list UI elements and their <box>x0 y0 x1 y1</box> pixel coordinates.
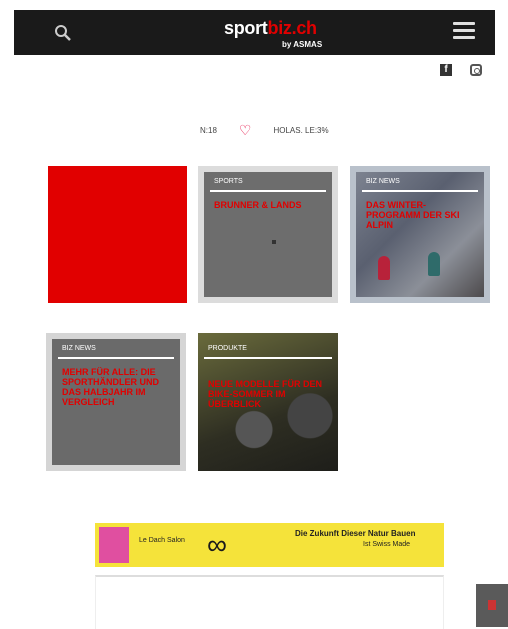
hamburger-menu-icon[interactable] <box>453 22 475 40</box>
article-card[interactable] <box>48 166 187 303</box>
card-headline[interactable]: BRUNNER & LANDS <box>214 200 322 210</box>
card-headline[interactable]: NEUE MODELLE FÜR DEN BIKE-SOMMER IM ÜBER… <box>208 379 328 409</box>
card-category: BIZ NEWS <box>62 345 96 352</box>
ad-text-left: Le Dach Salon <box>139 537 185 544</box>
card-headline[interactable]: MEHR FÜR ALLE: DIE SPORTHÄNDLER UND DAS … <box>62 367 170 407</box>
social-links: f <box>440 64 482 76</box>
card-image: SPORTS BRUNNER & LANDS <box>204 172 332 297</box>
card-divider <box>210 190 326 192</box>
card-category: SPORTS <box>214 178 243 185</box>
filter-left-label[interactable]: N:18 <box>200 126 217 135</box>
content-box <box>95 575 444 629</box>
card-headline[interactable]: DAS WINTER-PROGRAMM DER SKI ALPIN <box>366 200 474 230</box>
search-icon[interactable] <box>54 24 72 42</box>
card-divider <box>58 357 174 359</box>
logo-subtitle: by ASMAS <box>282 40 323 49</box>
card-image: BIZ NEWS DAS WINTER-PROGRAMM DER SKI ALP… <box>356 172 484 297</box>
card-divider <box>362 190 478 192</box>
logo-text: sport <box>224 18 268 38</box>
ad-logo <box>99 527 129 563</box>
skier-figure <box>378 256 390 280</box>
article-card[interactable]: PRODUKTE NEUE MODELLE FÜR DEN BIKE-SOMME… <box>198 333 338 471</box>
card-divider <box>204 357 332 359</box>
ad-text-right: Ist Swiss Made <box>363 541 411 548</box>
facebook-icon[interactable]: f <box>440 64 452 76</box>
ad-text-middle: Die Zukunft Dieser Natur Bauen <box>295 529 416 538</box>
filter-right-label[interactable]: HOLAS. LE:3% <box>273 126 328 135</box>
article-card[interactable]: SPORTS BRUNNER & LANDS <box>198 166 338 303</box>
card-category: BIZ NEWS <box>366 178 400 185</box>
filter-bar: N:18 ♡ HOLAS. LE:3% <box>200 122 329 139</box>
infinity-icon: ∞ <box>207 529 227 560</box>
site-logo[interactable]: sportbiz.ch by ASMAS <box>224 18 344 50</box>
heart-icon[interactable]: ♡ <box>239 122 252 139</box>
instagram-icon[interactable] <box>470 64 482 76</box>
article-card[interactable]: BIZ NEWS DAS WINTER-PROGRAMM DER SKI ALP… <box>350 166 490 303</box>
advertisement-banner[interactable]: Le Dach Salon ∞ Die Zukunft Dieser Natur… <box>95 523 444 567</box>
card-category: PRODUKTE <box>208 345 247 352</box>
skier-figure <box>428 252 440 276</box>
top-navigation-bar: sportbiz.ch by ASMAS <box>14 10 495 55</box>
article-card[interactable]: BIZ NEWS MEHR FÜR ALLE: DIE SPORTHÄNDLER… <box>46 333 186 471</box>
floating-action-button[interactable] <box>476 584 508 627</box>
logo-text-accent: biz.ch <box>267 18 318 38</box>
card-dot <box>272 240 276 244</box>
card-image: BIZ NEWS MEHR FÜR ALLE: DIE SPORTHÄNDLER… <box>52 339 180 465</box>
